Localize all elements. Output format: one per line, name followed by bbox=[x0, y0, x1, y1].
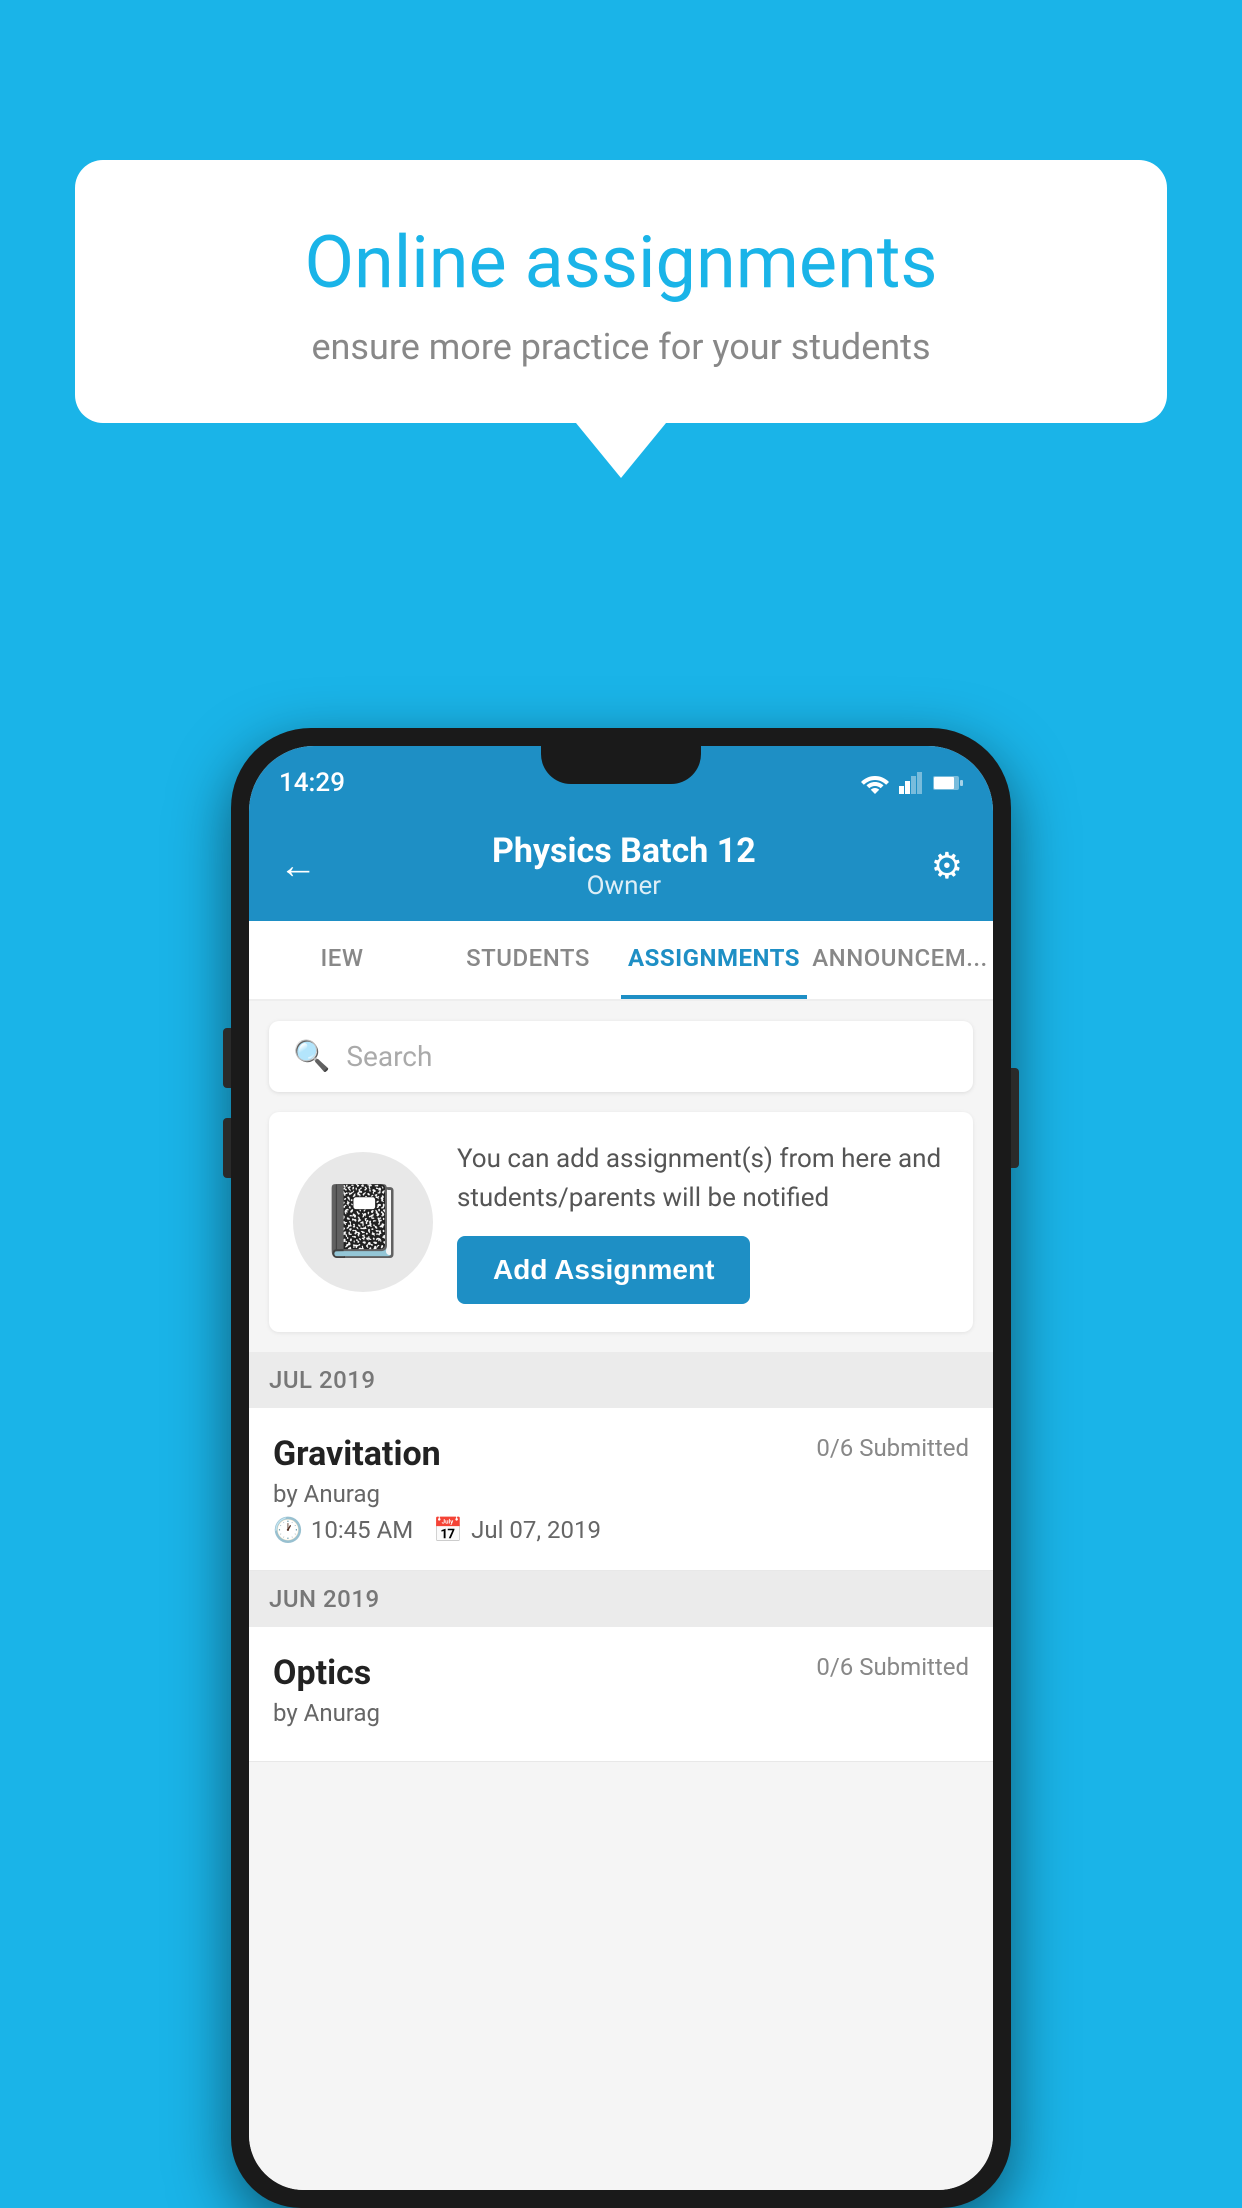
phone-screen: 14:29 bbox=[249, 746, 993, 2190]
info-description: You can add assignment(s) from here and … bbox=[457, 1140, 949, 1218]
signal-icon bbox=[899, 772, 923, 794]
section-jun-2019: JUN 2019 bbox=[249, 1571, 993, 1627]
meta-time: 🕐 10:45 AM bbox=[273, 1516, 413, 1544]
back-button[interactable]: ← bbox=[279, 844, 317, 888]
promo-subtitle: ensure more practice for your students bbox=[145, 326, 1097, 368]
search-placeholder: Search bbox=[346, 1040, 432, 1073]
phone-notch bbox=[541, 746, 701, 784]
header-center: Physics Batch 12 Owner bbox=[492, 831, 756, 901]
assignment-item-gravitation[interactable]: Gravitation 0/6 Submitted by Anurag 🕐 10… bbox=[249, 1408, 993, 1571]
assignment-time: 10:45 AM bbox=[311, 1516, 413, 1544]
search-bar[interactable]: 🔍 Search bbox=[269, 1021, 973, 1092]
assignment-icon-circle: 📓 bbox=[293, 1152, 433, 1292]
tab-iew[interactable]: IEW bbox=[249, 921, 435, 999]
info-card: 📓 You can add assignment(s) from here an… bbox=[269, 1112, 973, 1332]
assignment-top-optics: Optics 0/6 Submitted bbox=[273, 1653, 969, 1693]
clock-icon: 🕐 bbox=[273, 1516, 303, 1544]
assignment-meta: 🕐 10:45 AM 📅 Jul 07, 2019 bbox=[273, 1516, 969, 1544]
assignment-by: by Anurag bbox=[273, 1480, 969, 1508]
assignment-item-optics[interactable]: Optics 0/6 Submitted by Anurag bbox=[249, 1627, 993, 1762]
app-header: ← Physics Batch 12 Owner ⚙ bbox=[249, 811, 993, 921]
settings-icon[interactable]: ⚙ bbox=[931, 845, 963, 887]
header-title: Physics Batch 12 bbox=[492, 831, 756, 871]
phone-frame: 14:29 bbox=[231, 728, 1011, 2208]
speech-bubble-tail bbox=[576, 423, 666, 478]
info-right: You can add assignment(s) from here and … bbox=[457, 1140, 949, 1304]
assignment-submitted-optics: 0/6 Submitted bbox=[816, 1653, 969, 1681]
assignment-submitted: 0/6 Submitted bbox=[816, 1434, 969, 1462]
status-time: 14:29 bbox=[279, 768, 345, 798]
status-icons bbox=[861, 772, 963, 794]
notebook-icon: 📓 bbox=[319, 1181, 406, 1263]
section-jul-2019: JUL 2019 bbox=[249, 1352, 993, 1408]
tab-announcements[interactable]: ANNOUNCEM... bbox=[807, 921, 993, 999]
tabs-bar: IEW STUDENTS ASSIGNMENTS ANNOUNCEM... bbox=[249, 921, 993, 1001]
assignment-top: Gravitation 0/6 Submitted bbox=[273, 1434, 969, 1474]
assignment-by-optics: by Anurag bbox=[273, 1699, 969, 1727]
speech-bubble: Online assignments ensure more practice … bbox=[75, 160, 1167, 423]
assignment-name: Gravitation bbox=[273, 1434, 441, 1474]
wifi-icon bbox=[861, 772, 889, 794]
side-button-power bbox=[1011, 1068, 1019, 1168]
calendar-icon: 📅 bbox=[433, 1516, 463, 1544]
promo-title: Online assignments bbox=[145, 220, 1097, 306]
battery-icon bbox=[933, 774, 963, 792]
side-button-volume-down bbox=[223, 1118, 231, 1178]
side-button-volume-up bbox=[223, 1028, 231, 1088]
tab-assignments[interactable]: ASSIGNMENTS bbox=[621, 921, 807, 999]
add-assignment-button[interactable]: Add Assignment bbox=[457, 1236, 750, 1304]
assignment-date: Jul 07, 2019 bbox=[471, 1516, 601, 1544]
meta-date: 📅 Jul 07, 2019 bbox=[433, 1516, 601, 1544]
assignment-name-optics: Optics bbox=[273, 1653, 371, 1693]
tab-students[interactable]: STUDENTS bbox=[435, 921, 621, 999]
search-icon: 🔍 bbox=[293, 1039, 330, 1074]
content-area: 🔍 Search 📓 You can add assignment(s) fro… bbox=[249, 1001, 993, 2190]
promo-card: Online assignments ensure more practice … bbox=[75, 160, 1167, 478]
header-subtitle: Owner bbox=[492, 871, 756, 901]
